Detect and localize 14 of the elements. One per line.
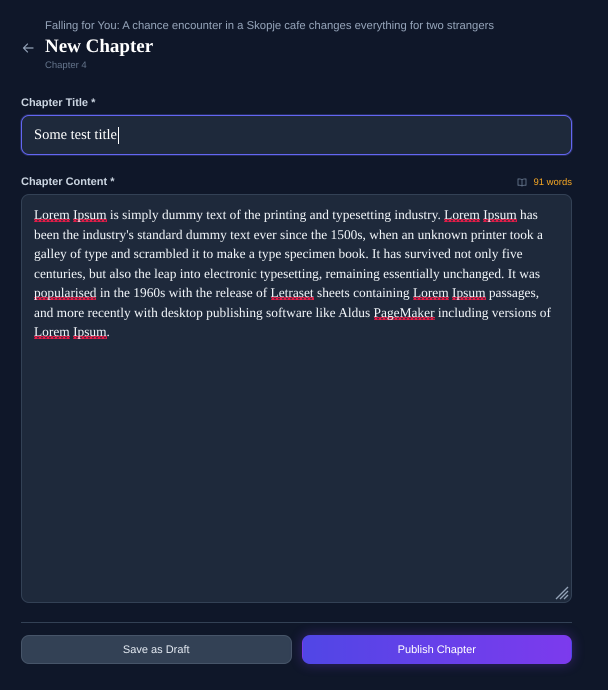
story-title: Falling for You: A chance encounter in a Skopje cafe changes everything for two strangers — [45, 19, 496, 33]
book-icon — [517, 178, 528, 186]
back-arrow-icon[interactable] — [22, 42, 34, 54]
text-cursor-icon — [118, 126, 119, 144]
save-draft-button[interactable]: Save as Draft — [21, 635, 292, 664]
field-label: Chapter Content * — [21, 176, 114, 188]
page-title: New Chapter — [45, 36, 154, 58]
word-count: 91 words — [533, 176, 572, 188]
field-label: Chapter Title * — [21, 97, 96, 109]
chapter-title-field[interactable]: Some test title — [21, 115, 572, 155]
publish-button[interactable]: Publish Chapter — [302, 635, 572, 664]
resize-handle-icon[interactable] — [555, 586, 569, 600]
chapter-number: Chapter 4 — [45, 60, 88, 72]
chapter-content-field[interactable]: Lorem Ipsum is simply dummy text of the printing and typesetting industry. Lorem Ipsum has been the industry's standard dummy text ever since the 1500s, when an unknown printer took a galley of type and scrambled it to make a type specimen book. It has survived not only five centuries, but also the leap into electronic typesetting, remaining essentially unchanged. It was popularised in the 1960s with the release of Letraset sheets containing Lorem Ipsum passages, and more recently with desktop publishing software like Aldus PageMaker including versions of Lorem Ipsum. — [21, 194, 572, 603]
